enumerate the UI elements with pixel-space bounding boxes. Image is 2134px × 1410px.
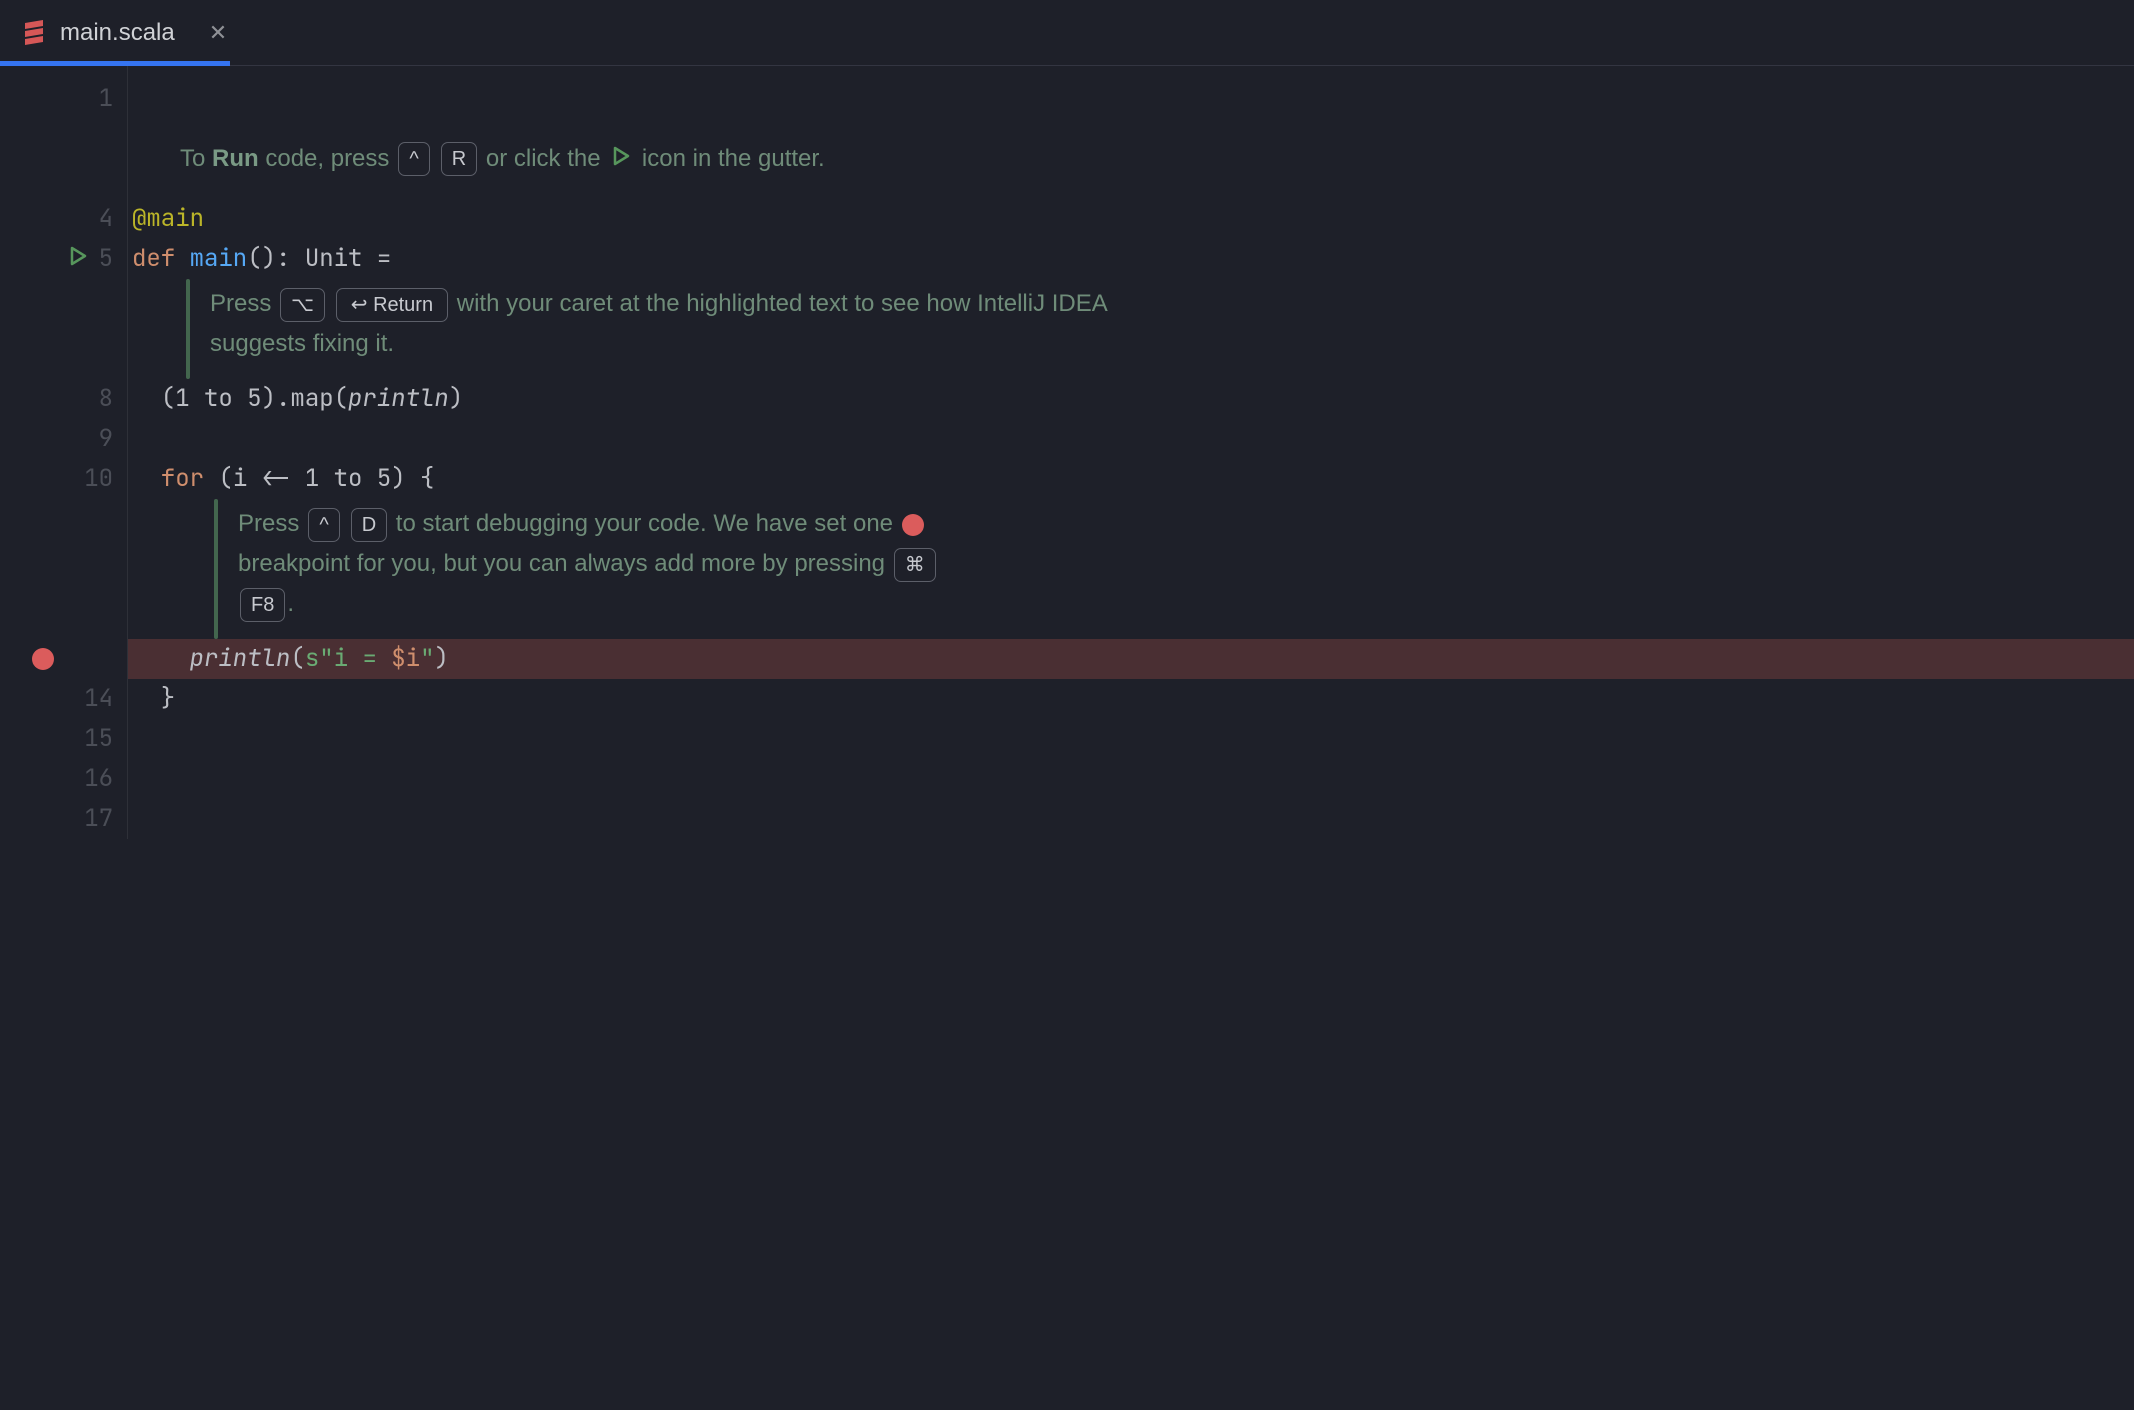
line-number: 9	[73, 419, 113, 459]
kbd-option: ⌥	[280, 288, 325, 322]
keyword: for	[132, 459, 218, 499]
tab-bar: main.scala ✕	[0, 0, 2134, 66]
code-line[interactable]: def main(): Unit =	[128, 239, 2134, 279]
code-text: to	[190, 379, 248, 419]
number: 5	[377, 459, 391, 499]
hint-text: to start debugging your code. We have se…	[389, 510, 900, 537]
code-line[interactable]: }	[128, 679, 2134, 719]
code-text: ).map(	[262, 379, 348, 419]
code-text: (	[290, 639, 304, 679]
function-call: println	[348, 379, 449, 419]
variable: i	[233, 459, 247, 499]
line-number: 16	[73, 759, 113, 799]
breakpoint-icon[interactable]	[32, 648, 54, 670]
keyword: def	[132, 239, 190, 279]
code-line-breakpoint[interactable]: println(s"i = $i")	[128, 639, 2134, 679]
number: 1	[305, 459, 319, 499]
kbd-ctrl: ^	[398, 142, 430, 176]
breakpoint-dot-icon	[902, 514, 924, 536]
code-line[interactable]: @main	[128, 199, 2134, 239]
line-number: 8	[73, 379, 113, 419]
code-text: )	[449, 379, 463, 419]
annotation: @main	[132, 199, 204, 239]
code-text: )	[434, 639, 448, 679]
number: 5	[247, 379, 261, 419]
scala-file-icon	[22, 20, 46, 46]
hint-run: To Run code, press ^ R or click the icon…	[128, 119, 2134, 199]
kbd-d: D	[351, 508, 387, 542]
code-text: to	[319, 459, 377, 499]
kbd-f8: F8	[240, 588, 285, 622]
line-number: 1	[73, 79, 113, 119]
code-text: =	[362, 239, 391, 279]
kbd-cmd: ⌘	[894, 548, 936, 582]
function-call: println	[190, 639, 291, 679]
hint-fix: Press ⌥ ↩ Return with your caret at the …	[128, 279, 2134, 379]
hint-text: or click the	[479, 145, 607, 172]
code-line[interactable]: (1 to 5).map(println)	[128, 379, 2134, 419]
line-number: 15	[73, 719, 113, 759]
hint-text: To	[180, 145, 212, 172]
line-number: 4	[73, 199, 113, 239]
close-tab-icon[interactable]: ✕	[209, 20, 227, 46]
hint-text: breakpoint for you, but you can always a…	[238, 550, 892, 577]
code-text: ) {	[391, 459, 434, 499]
type-name: Unit	[305, 239, 363, 279]
editor-gutter[interactable]: 1 4 5 8 9 10 14 15 16 17	[0, 66, 128, 839]
hint-text: Press	[238, 510, 306, 537]
editor-content[interactable]: To Run code, press ^ R or click the icon…	[128, 66, 2134, 839]
hint-text: code, press	[259, 145, 396, 172]
code-editor[interactable]: 1 4 5 8 9 10 14 15 16 17 To Run code, pr…	[0, 66, 2134, 839]
string: i =	[334, 639, 392, 679]
code-text: (	[218, 459, 232, 499]
indent	[132, 639, 190, 679]
run-gutter-icon[interactable]	[68, 239, 88, 279]
hint-debug: Press ^ D to start debugging your code. …	[128, 499, 2134, 639]
hint-text: .	[287, 590, 294, 617]
string-interpolation: $i	[391, 639, 420, 679]
kbd-r: R	[441, 142, 477, 176]
hint-bold: Run	[212, 145, 259, 172]
code-text: (	[132, 379, 175, 419]
code-text: <-	[247, 459, 305, 499]
tab-filename: main.scala	[60, 19, 175, 47]
code-line[interactable]: for (i <- 1 to 5) {	[128, 459, 2134, 499]
hint-text: icon in the gutter.	[635, 145, 824, 172]
string: "	[420, 639, 434, 679]
hint-text: Press	[210, 290, 278, 317]
kbd-ctrl: ^	[308, 508, 340, 542]
play-icon	[611, 139, 631, 179]
editor-tab[interactable]: main.scala ✕	[0, 0, 249, 65]
code-text: ():	[247, 239, 305, 279]
line-number: 10	[73, 459, 113, 499]
line-number: 14	[73, 679, 113, 719]
function-name: main	[190, 239, 248, 279]
string-prefix: s	[305, 639, 319, 679]
kbd-return: ↩ Return	[336, 288, 448, 322]
code-text: }	[132, 679, 175, 719]
line-number: 17	[73, 799, 113, 839]
number: 1	[175, 379, 189, 419]
string: "	[319, 639, 333, 679]
